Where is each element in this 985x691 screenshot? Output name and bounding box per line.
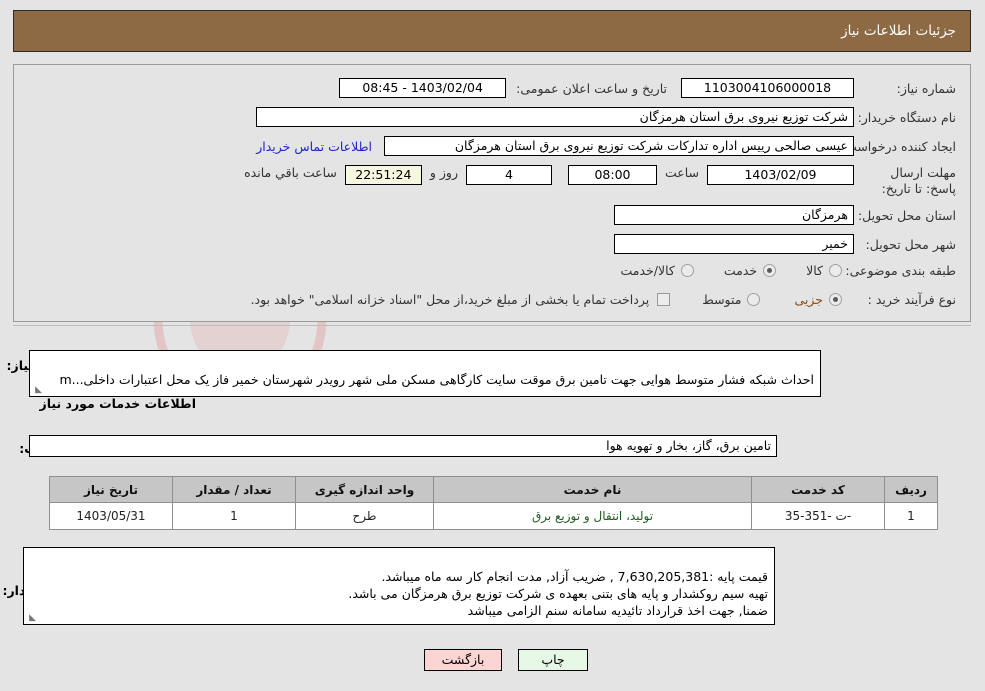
page-root: جزئیات اطلاعات نیاز AnaTender.net شماره … — [0, 0, 985, 691]
countdown-timer: 22:51:24 — [344, 165, 422, 185]
buyer-notes-textarea[interactable]: قیمت پایه :7,630,205,381 , ضریب آزاد, مد… — [23, 547, 775, 625]
cell-index: 1 — [884, 502, 938, 530]
city-value: خمیر — [614, 234, 854, 254]
process-radio-0[interactable] — [829, 293, 842, 306]
process-radio-group[interactable]: جزیی متوسط — [700, 292, 842, 307]
services-table: ردیف کد خدمت نام خدمت واحد اندازه گیری ت… — [49, 476, 938, 530]
page-title: جزئیات اطلاعات نیاز — [841, 23, 956, 39]
cell-unit: طرح — [295, 502, 434, 530]
process-radio-1[interactable] — [747, 293, 761, 306]
hour-label: ساعت — [664, 165, 699, 180]
creator-label: ایجاد کننده درخواست: — [840, 138, 956, 154]
col-code: کد خدمت — [751, 476, 885, 503]
service-group-value: تامین برق، گاز، بخار و تهویه هوا — [29, 435, 777, 457]
back-button[interactable]: بازگشت — [424, 649, 502, 671]
category-option-0[interactable]: کالا — [806, 263, 823, 278]
need-info-panel: شماره نیاز: 1103004106000018 تاریخ و ساع… — [13, 64, 971, 322]
creator-row: ایجاد کننده درخواست: عیسی صالحی رییس ادا… — [256, 136, 956, 156]
services-table-body: 1 ت -351-35- تولید، انتقال و توزیع برق ط… — [49, 502, 938, 530]
buyer-notes-value: قیمت پایه :7,630,205,381 , ضریب آزاد, مد… — [348, 569, 768, 618]
province-label: استان محل تحویل: — [857, 207, 956, 223]
deadline-row: مهلت ارسال پاسخ: تا تاریخ: 1403/02/09 سا… — [244, 165, 956, 197]
services-table-head: ردیف کد خدمت نام خدمت واحد اندازه گیری ت… — [49, 476, 938, 503]
category-option-1[interactable]: خدمت — [724, 263, 757, 278]
resize-grip-icon-notes[interactable]: ◣ — [26, 613, 36, 623]
category-option-2[interactable]: کالا/خدمت — [620, 263, 674, 278]
page-header: جزئیات اطلاعات نیاز — [13, 10, 971, 52]
col-name: نام خدمت — [433, 476, 752, 503]
category-row: طبقه بندی موضوعی: کالا خدمت کالا/خدمت — [618, 263, 956, 278]
services-section-title: اطلاعات خدمات مورد نیاز — [39, 396, 197, 411]
process-label: نوع فرآیند خرید : — [867, 292, 956, 307]
province-value: هرمزگان — [614, 205, 854, 225]
deadline-time-value: 08:00 — [567, 165, 657, 185]
need-number-row: شماره نیاز: 1103004106000018 — [681, 78, 956, 98]
col-quantity: تعداد / مقدار — [172, 476, 296, 503]
col-index: ردیف — [884, 476, 938, 503]
description-textarea[interactable]: احداث شبکه فشار متوسط هوایی جهت تامین بر… — [29, 350, 821, 397]
cell-quantity: 1 — [172, 502, 296, 530]
process-option-0[interactable]: جزیی — [794, 292, 823, 307]
announce-date-row: تاریخ و ساعت اعلان عمومی: 1403/02/04 - 0… — [339, 78, 667, 98]
resize-grip-icon[interactable]: ◣ — [32, 385, 42, 395]
description-value: احداث شبکه فشار متوسط هوایی جهت تامین بر… — [59, 372, 814, 387]
process-option-1[interactable]: متوسط — [702, 292, 741, 307]
panel-divider — [13, 325, 971, 326]
need-number-label: شماره نیاز: — [896, 80, 956, 96]
announce-date-value: 1403/02/04 - 08:45 — [339, 78, 507, 98]
announce-date-label: تاریخ و ساعت اعلان عمومی: — [516, 80, 667, 96]
need-number-value: 1103004106000018 — [681, 78, 854, 98]
category-radio-group[interactable]: کالا خدمت کالا/خدمت — [618, 263, 842, 278]
col-date: تاریخ نیاز — [49, 476, 173, 503]
cell-code: ت -351-35- — [751, 502, 885, 530]
buyer-org-label: نام دستگاه خریدار: — [857, 109, 956, 125]
col-unit: واحد اندازه گیری — [295, 476, 434, 503]
buyer-org-value: شرکت توزیع نیروی برق استان هرمزگان — [256, 107, 854, 127]
cell-date: 1403/05/31 — [49, 502, 173, 530]
treasury-checkbox-label: پرداخت تمام یا بخشی از مبلغ خرید،از محل … — [250, 292, 650, 307]
buyer-contact-link[interactable]: اطلاعات تماس خریدار — [256, 139, 372, 154]
category-radio-1[interactable] — [763, 264, 777, 277]
category-label: طبقه بندی موضوعی: — [845, 263, 956, 278]
category-radio-2[interactable] — [680, 264, 694, 277]
buyer-org-row: نام دستگاه خریدار: شرکت توزیع نیروی برق … — [256, 107, 956, 127]
category-radio-0[interactable] — [829, 264, 842, 277]
deadline-label: مهلت ارسال پاسخ: تا تاریخ: — [881, 165, 956, 196]
table-row: 1 ت -351-35- تولید، انتقال و توزیع برق ط… — [49, 502, 938, 530]
table-header-row: ردیف کد خدمت نام خدمت واحد اندازه گیری ت… — [49, 476, 938, 503]
process-row: نوع فرآیند خرید : جزیی متوسط پرداخت تمام… — [251, 292, 956, 307]
days-unit-label: روز و — [429, 165, 458, 180]
city-row: شهر محل تحویل: خمیر — [614, 234, 956, 254]
city-label: شهر محل تحویل: — [865, 236, 956, 252]
treasury-checkbox[interactable] — [657, 293, 671, 306]
creator-value: عیسی صالحی رییس اداره تدارکات شرکت توزیع… — [384, 136, 854, 156]
print-button[interactable]: چاپ — [518, 649, 588, 671]
countdown-suffix-label: ساعت باقي مانده — [244, 165, 337, 180]
province-row: استان محل تحویل: هرمزگان — [614, 205, 956, 225]
remaining-days-value: 4 — [465, 165, 552, 185]
deadline-date-value: 1403/02/09 — [707, 165, 854, 185]
cell-name: تولید، انتقال و توزیع برق — [433, 502, 752, 530]
